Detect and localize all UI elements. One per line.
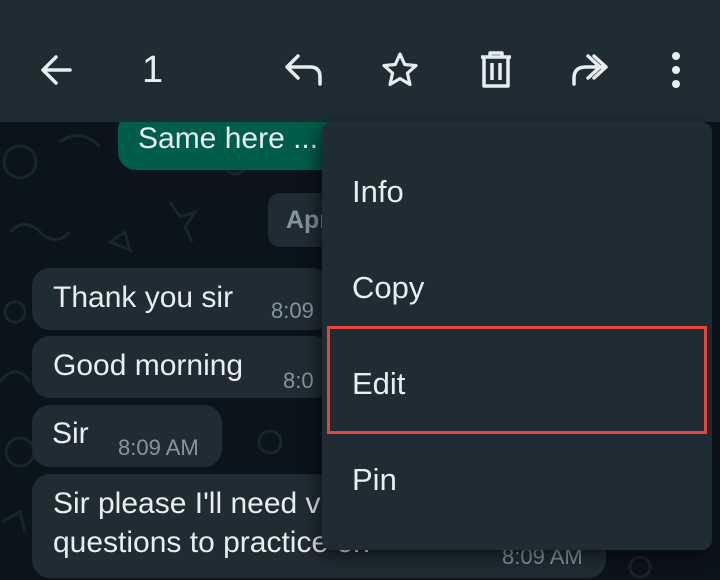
message-bubble[interactable]: Thank you sir 8:09 <box>32 268 332 330</box>
back-arrow-icon[interactable] <box>36 50 76 90</box>
more-vert-icon[interactable] <box>666 50 686 90</box>
star-icon[interactable] <box>380 50 420 90</box>
highlight-box <box>327 326 707 434</box>
selection-toolbar: 1 <box>0 0 720 122</box>
delete-icon[interactable] <box>476 48 516 90</box>
message-text-line-1: Sir please I'll need v <box>53 487 321 520</box>
menu-item-label: Pin <box>352 462 397 497</box>
message-text: Thank you sir <box>53 281 234 314</box>
message-bubble[interactable]: Sir 8:09 AM <box>32 405 222 467</box>
menu-item-label: Copy <box>352 270 425 305</box>
reply-icon[interactable] <box>282 50 326 90</box>
outgoing-message-bubble[interactable]: Same here ... <box>118 122 348 170</box>
message-time: 8:09 AM <box>118 435 199 460</box>
message-time: 8:09 <box>271 298 314 323</box>
forward-icon[interactable] <box>568 50 614 90</box>
message-text: Sir <box>52 417 89 450</box>
menu-item-info[interactable]: Info <box>322 144 712 240</box>
message-text: Same here ... <box>138 122 319 155</box>
menu-item-copy[interactable]: Copy <box>322 240 712 336</box>
selected-count: 1 <box>142 49 164 91</box>
message-time: 8:0 <box>283 368 314 393</box>
menu-item-label: Info <box>352 174 404 209</box>
message-bubble[interactable]: Good morning 8:0 <box>32 336 332 398</box>
menu-item-pin[interactable]: Pin <box>322 432 712 528</box>
message-text: Good morning <box>53 349 244 382</box>
